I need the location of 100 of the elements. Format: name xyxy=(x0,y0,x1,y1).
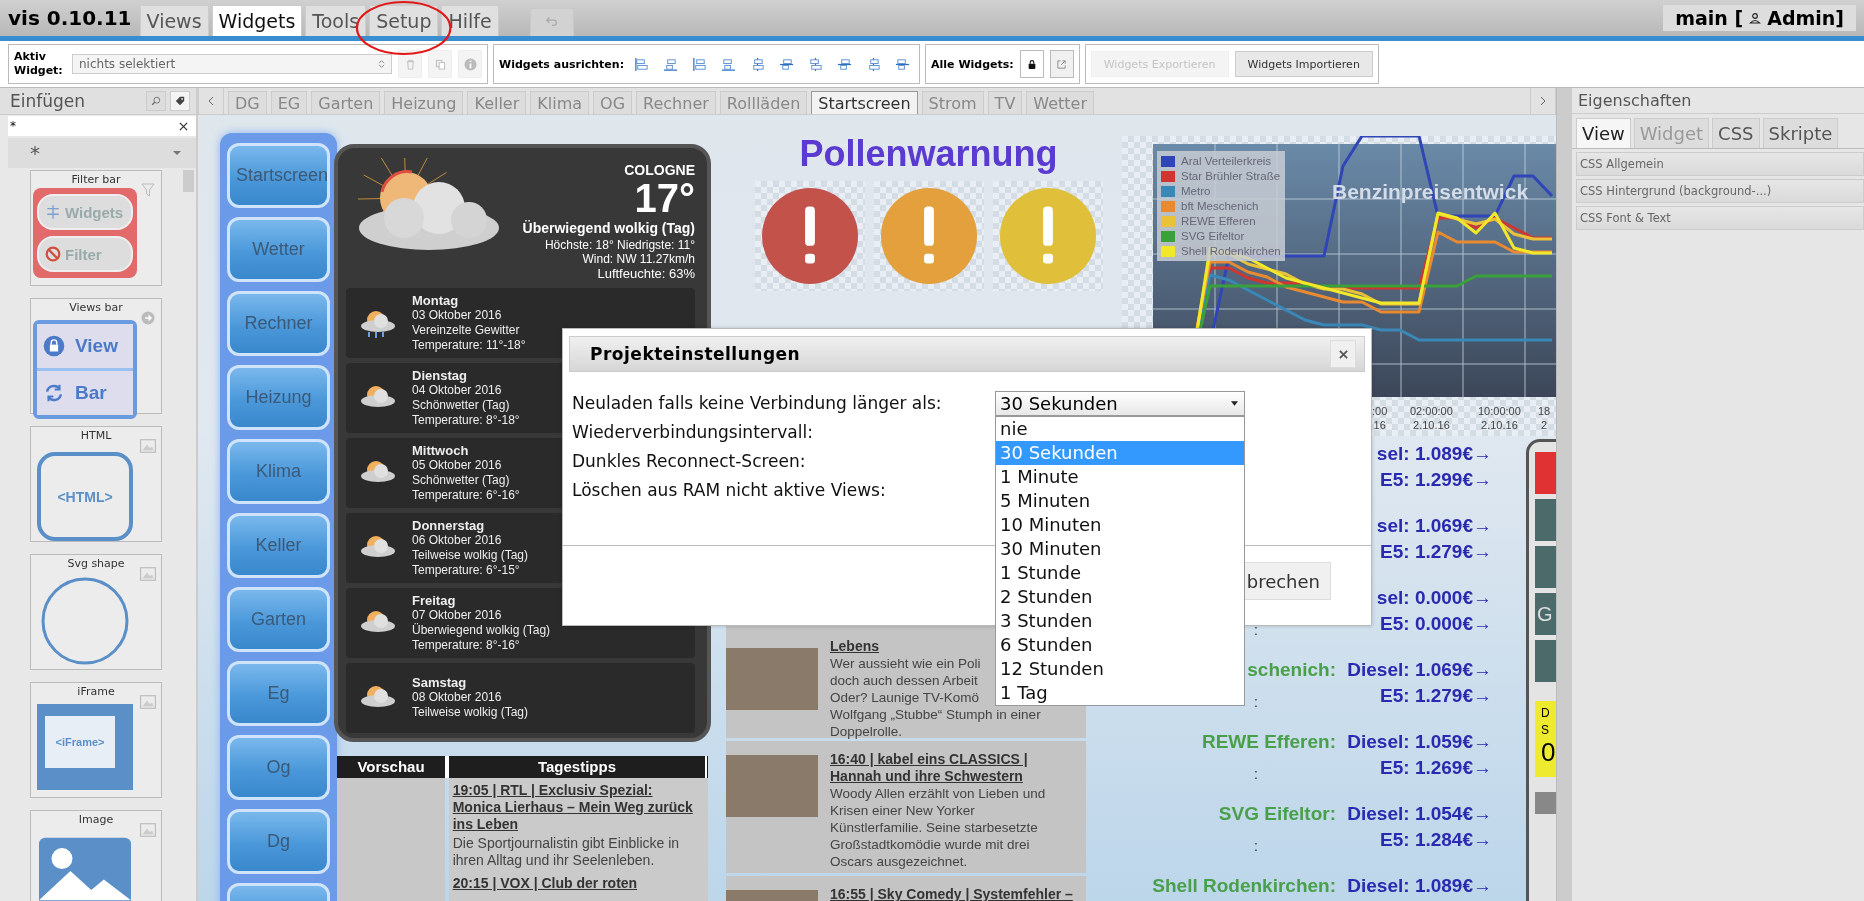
toolbar-button[interactable]: Widgets Importieren xyxy=(1234,51,1373,77)
widget-card[interactable]: Image xyxy=(30,810,162,901)
day-name: Mittwoch xyxy=(412,442,470,458)
separator-text: : xyxy=(1254,766,1258,782)
dropdown-option[interactable]: 10 Minuten xyxy=(996,513,1244,537)
properties-tab[interactable]: CSS xyxy=(1712,118,1760,148)
properties-tab[interactable]: View xyxy=(1576,118,1631,148)
station-name: Shell Rodenkirchen: xyxy=(1152,875,1336,896)
align-icon[interactable] xyxy=(634,56,650,72)
image-icon xyxy=(140,823,156,837)
clear-icon[interactable] xyxy=(179,121,188,131)
align-icon[interactable] xyxy=(808,56,824,72)
delete-button[interactable] xyxy=(398,50,422,78)
program-link[interactable]: 16:40 | kabel eins CLASSICS | Hannah und ihre Schwestern xyxy=(830,751,1080,785)
chart-title: Benzinpreisentwick xyxy=(1332,180,1529,204)
e5-price: E5: 1.299€→ xyxy=(1380,469,1492,490)
align-icon[interactable] xyxy=(895,56,911,72)
description-line: Oscars ausgezeichnet. xyxy=(830,853,968,870)
pollen-title: Pollenwarnung xyxy=(799,133,1058,175)
project-label: main [ xyxy=(1675,7,1744,29)
dropdown-option[interactable]: 1 Tag xyxy=(996,681,1244,705)
description-line: Doppelrolle. xyxy=(830,723,903,740)
dropdown-option[interactable]: 12 Stunden xyxy=(996,657,1244,681)
section-header[interactable]: CSS Font & Text xyxy=(1576,206,1864,230)
forecast-date: 05 Oktober 2016 xyxy=(412,457,503,473)
axis-time-label: :00 xyxy=(1372,404,1388,418)
program-link[interactable]: Lebens xyxy=(830,638,879,655)
forecast-date: 06 Oktober 2016 xyxy=(412,532,503,548)
image-icon xyxy=(140,695,156,709)
legend-label: Aral Verteilerkreis xyxy=(1181,155,1272,167)
diesel-price: Diesel: 1.054€→ xyxy=(1346,803,1492,826)
dropdown-option[interactable]: 1 Minute xyxy=(996,465,1244,489)
external-link-button[interactable] xyxy=(1049,50,1074,78)
menu-tab[interactable]: Widgets xyxy=(211,5,303,36)
scrollbar[interactable] xyxy=(1556,88,1570,901)
tag-button[interactable] xyxy=(170,91,190,111)
updown-caret-icon xyxy=(378,59,385,69)
close-button[interactable] xyxy=(1330,340,1356,368)
day-name: Samstag xyxy=(412,675,468,691)
user-label: Admin] xyxy=(1767,7,1844,29)
category-select[interactable]: * xyxy=(8,138,196,168)
description-line: Künstlerfamilie. Seine starbesetzte xyxy=(830,819,1038,836)
forecast-date: 04 Oktober 2016 xyxy=(412,382,503,398)
widget-name: Svg shape xyxy=(67,557,125,570)
day-name: Donnerstag xyxy=(412,517,486,533)
weather-condition: Überwiegend wolkig (Tag) xyxy=(522,220,695,237)
program-link[interactable]: 19:05 | RTL | Exclusiv Spezial: Monica Lierhaus – Mein Weg zurück ins Leben xyxy=(452,782,704,833)
widget-card[interactable]: HTML <HTML> xyxy=(30,426,162,542)
align-icon[interactable] xyxy=(837,56,853,72)
menu-tab[interactable]: Setup xyxy=(369,5,439,36)
copy-button[interactable] xyxy=(428,50,452,78)
properties-tab[interactable]: Skripte xyxy=(1762,118,1839,148)
dropdown-option[interactable]: 30 Minuten xyxy=(996,537,1244,561)
forecast-temperature: Temperature: 8°-16° xyxy=(412,637,521,653)
description-line: Wolfgang „Stubbe“ Stumph in einer xyxy=(830,706,1041,723)
e5-price: E5: 1.284€→ xyxy=(1380,829,1492,850)
page-tab[interactable]: Startscreen xyxy=(811,91,918,114)
dropdown-option[interactable]: 3 Stunden xyxy=(996,609,1244,633)
menu-tab[interactable]: Tools xyxy=(305,5,367,36)
forecast-temperature: Temperature: 8°-18° xyxy=(412,412,520,428)
tag-icon xyxy=(175,96,185,106)
legend-label: Star Brühler Straße xyxy=(1181,170,1281,182)
forecast-date: 07 Oktober 2016 xyxy=(412,607,503,623)
dropdown-option[interactable]: 5 Minuten xyxy=(996,489,1244,513)
lock-button[interactable] xyxy=(1019,50,1044,78)
align-icon[interactable] xyxy=(692,56,708,72)
app-title: vis 0.10.11 xyxy=(8,6,132,30)
setting-label: Wiederverbindungsintervall: xyxy=(572,422,813,442)
all-widgets-label: Alle Widgets: xyxy=(931,57,1014,71)
section-header[interactable]: CSS Allgemein xyxy=(1576,152,1864,176)
legend-label: Metro xyxy=(1181,185,1211,197)
filter-field[interactable]: * xyxy=(8,116,196,136)
min-max-temperature: Höchste: 18° Niedrigste: 11° xyxy=(544,239,695,253)
dropdown-option[interactable]: 6 Stunden xyxy=(996,633,1244,657)
active-widget-select[interactable]: nichts selektiert xyxy=(72,54,392,74)
info-icon xyxy=(463,57,477,71)
widget-card[interactable]: Filter bar Widgets Filter xyxy=(30,170,162,286)
dropdown-option[interactable]: 30 Sekunden xyxy=(996,441,1244,465)
scrollbar-thumb[interactable] xyxy=(183,170,194,192)
align-icon[interactable] xyxy=(663,56,679,72)
section-header[interactable]: CSS Hintergrund (background-...) xyxy=(1576,179,1864,203)
view-pill: View xyxy=(37,324,133,368)
widget-card[interactable]: Svg shape xyxy=(30,554,162,670)
active-widget-label: Aktiv Widget: xyxy=(14,50,64,78)
info-button[interactable] xyxy=(458,50,482,78)
forecast-condition: Teilweise wolkig (Tag) xyxy=(412,547,529,563)
legend-label: REWE Efferen xyxy=(1181,215,1256,227)
align-icon[interactable] xyxy=(750,56,766,72)
align-icon[interactable] xyxy=(721,56,737,72)
dropdown-option[interactable]: nie xyxy=(996,417,1244,441)
program-link[interactable]: 20:15 | VOX | Club der roten xyxy=(452,875,704,892)
menu-tab[interactable]: Hilfe xyxy=(441,5,499,36)
bar-pill: Bar xyxy=(37,371,133,415)
setting-label: Neuladen falls keine Verbindung länger als: xyxy=(572,393,942,413)
menu-tab[interactable]: Views xyxy=(139,5,209,36)
widget-card[interactable]: iFrame <iFrame> xyxy=(30,682,162,798)
align-icon[interactable] xyxy=(866,56,882,72)
legend-label: bft Meschenich xyxy=(1181,200,1259,212)
reload-select[interactable]: 30 Sekunden xyxy=(995,391,1245,416)
align-icon[interactable] xyxy=(779,56,795,72)
